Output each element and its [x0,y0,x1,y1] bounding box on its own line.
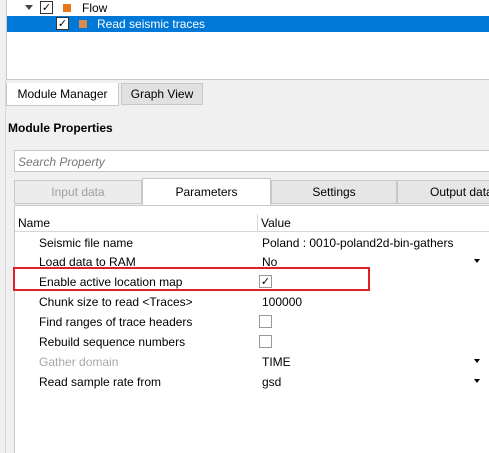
tab-graph-view[interactable]: Graph View [121,83,203,105]
property-name: Find ranges of trace headers [39,315,193,329]
search-property-input[interactable]: Search Property [14,150,489,172]
flow-label: Flow [82,1,108,15]
property-grid: Name Value Seismic file name Poland : 00… [14,205,489,453]
module-label: Read seismic traces [97,17,206,31]
header-value: Value [261,216,291,230]
property-value[interactable]: gsd [262,375,281,389]
tab-module-manager[interactable]: Module Manager [6,83,119,106]
read-seismic-checkbox[interactable]: ✓ [56,17,69,30]
property-row-find-ranges[interactable]: Find ranges of trace headers [15,312,489,332]
flow-tree: ✓ Flow ✓ Read seismic traces [6,0,489,80]
dropdown-arrow-icon[interactable] [474,359,480,363]
grid-header: Name Value [15,214,489,232]
find-ranges-checkbox[interactable] [259,315,272,328]
left-border [0,80,6,453]
property-name: Seismic file name [39,236,134,250]
property-row-rebuild-sequence[interactable]: Rebuild sequence numbers [15,332,489,352]
tab-parameters[interactable]: Parameters [142,178,271,205]
rebuild-sequence-checkbox[interactable] [259,335,272,348]
tree-item-flow[interactable]: ✓ Flow [7,0,489,16]
property-name: Rebuild sequence numbers [39,335,186,349]
flow-checkbox[interactable]: ✓ [40,1,53,14]
tab-input-data[interactable]: Input data [14,180,142,204]
property-value[interactable]: Poland : 0010-poland2d-bin-gathers [262,236,453,250]
property-row-gather-domain[interactable]: Gather domain TIME [15,352,489,372]
dropdown-arrow-icon[interactable] [474,379,480,383]
flow-icon [63,4,71,12]
tab-settings[interactable]: Settings [271,180,397,204]
property-value[interactable]: 100000 [262,295,302,309]
property-name: Gather domain [39,355,119,369]
module-properties-title: Module Properties [8,121,113,135]
expand-arrow-icon[interactable] [25,5,33,10]
dropdown-arrow-icon[interactable] [474,259,480,263]
highlight-box [13,267,370,291]
property-name: Chunk size to read <Traces> [39,295,193,309]
property-row-chunk-size[interactable]: Chunk size to read <Traces> 100000 [15,292,489,312]
property-value[interactable]: TIME [262,355,291,369]
property-name: Read sample rate from [39,375,162,389]
property-row-sample-rate[interactable]: Read sample rate from gsd [15,372,489,392]
tree-item-read-seismic-traces[interactable]: ✓ Read seismic traces [7,16,489,32]
property-row-seismic-file[interactable]: Seismic file name Poland : 0010-poland2d… [15,233,489,253]
module-icon [79,20,87,28]
tab-output-data[interactable]: Output data [397,180,489,204]
header-name: Name [18,216,51,230]
